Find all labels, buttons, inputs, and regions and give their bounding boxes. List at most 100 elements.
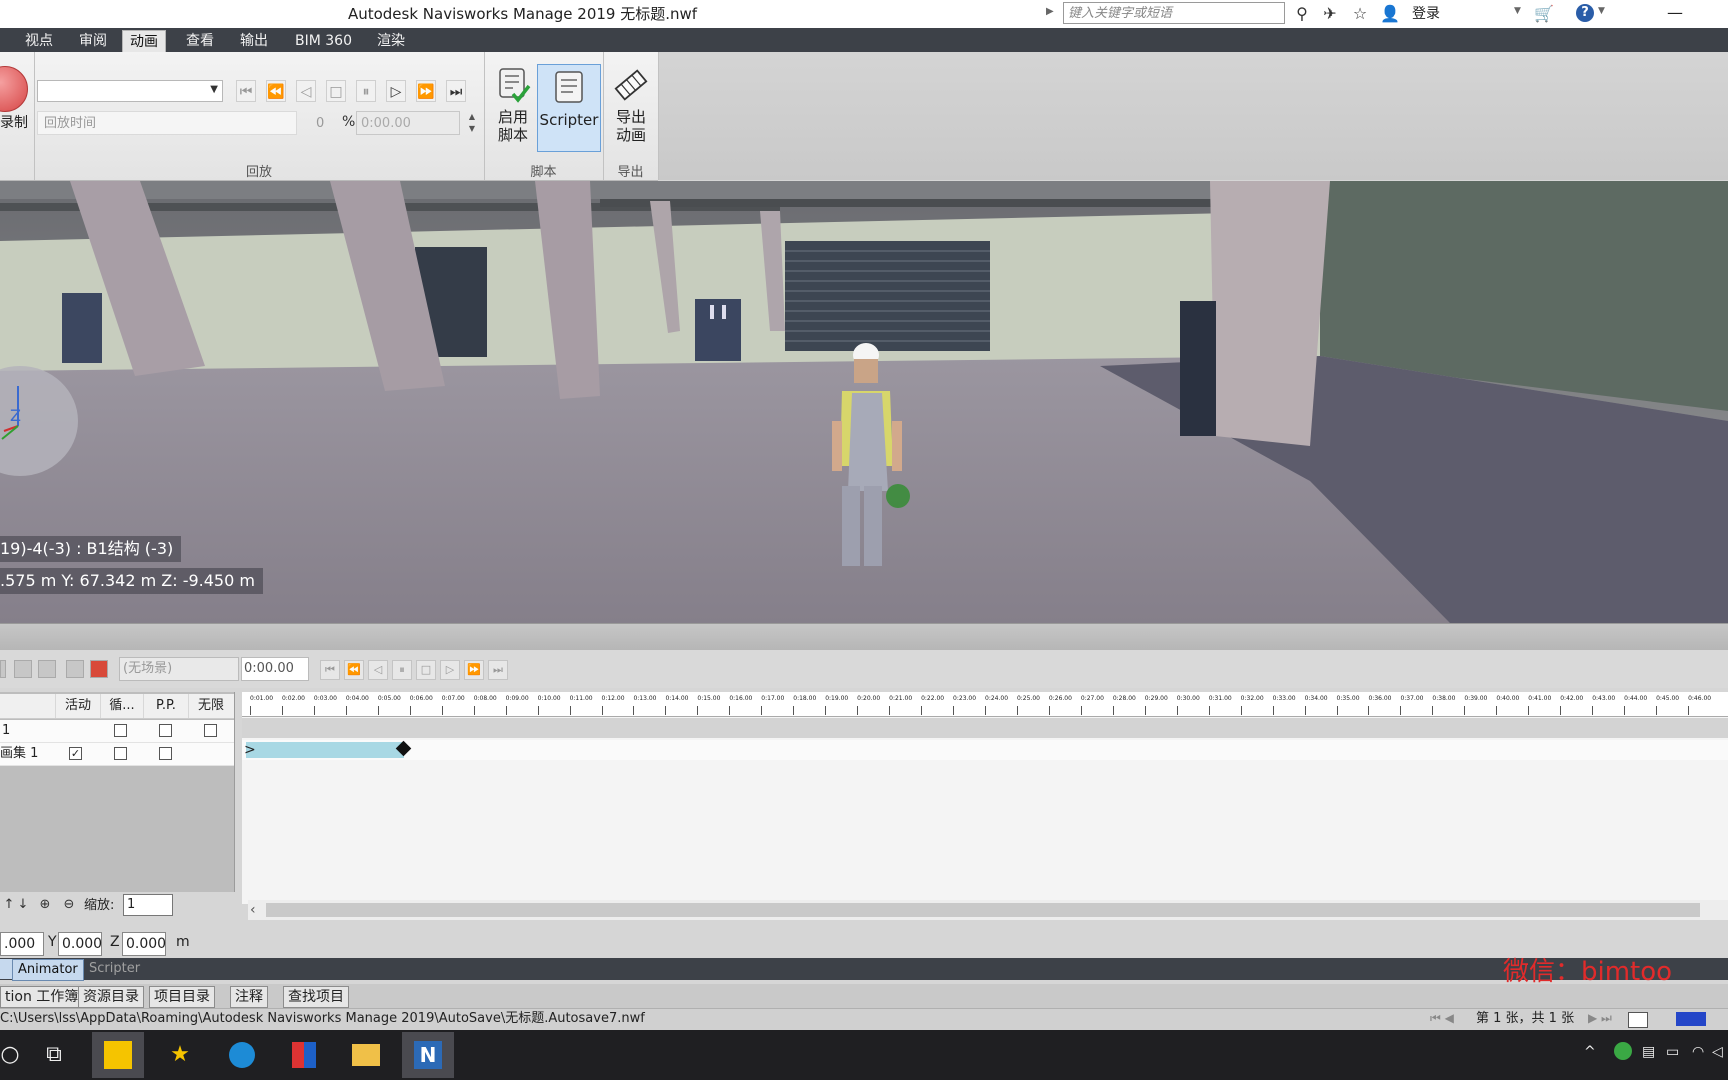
- wifi-icon[interactable]: ◠: [1692, 1044, 1704, 1060]
- search-expand-icon[interactable]: ▶: [1046, 6, 1054, 17]
- step-forward-icon[interactable]: ⏩: [416, 80, 436, 102]
- help-dropdown-icon[interactable]: ▼: [1598, 6, 1605, 16]
- zoom-out-icon[interactable]: ⊖: [60, 896, 78, 914]
- rewind-icon[interactable]: ⏮: [236, 80, 256, 102]
- col-loop[interactable]: 循...: [100, 694, 143, 718]
- tray-network-icon[interactable]: ▤: [1642, 1044, 1655, 1060]
- active-checkbox[interactable]: ✓: [69, 747, 82, 760]
- tree-row[interactable]: 画集 1 ✓: [0, 743, 234, 766]
- tab-resource-catalog[interactable]: 资源目录: [78, 986, 144, 1008]
- play-icon[interactable]: ▷: [386, 80, 406, 102]
- tab-render[interactable]: 渲染: [370, 30, 412, 52]
- scrollbar-thumb[interactable]: [266, 903, 1700, 917]
- scene-time-input[interactable]: 0:00.00: [241, 657, 309, 681]
- enable-script-button[interactable]: 启用 脚本: [485, 62, 541, 152]
- scene-select[interactable]: (无场景): [119, 657, 239, 681]
- capture-keyframe2-icon[interactable]: [38, 660, 56, 678]
- move-down-icon[interactable]: ↓: [14, 896, 32, 914]
- user-icon[interactable]: 👤: [1380, 4, 1400, 24]
- col-infinite[interactable]: 无限: [188, 694, 233, 718]
- tab-review[interactable]: 审阅: [72, 30, 114, 52]
- tab-animator[interactable]: Animator: [12, 959, 84, 981]
- anim-stop-icon[interactable]: □: [416, 660, 436, 680]
- zoom-input[interactable]: 1: [123, 894, 173, 916]
- file-explorer-icon[interactable]: [340, 1032, 392, 1078]
- anim-step-back-icon[interactable]: ⏪: [344, 660, 364, 680]
- cart-icon[interactable]: 🛒: [1534, 4, 1554, 24]
- anim-play-icon[interactable]: ▷: [440, 660, 460, 680]
- infinite-checkbox[interactable]: [204, 724, 217, 737]
- toolbar-icon-cut[interactable]: [0, 660, 6, 678]
- panel-splitter[interactable]: [0, 623, 1728, 650]
- tab-scripter[interactable]: Scripter: [84, 959, 145, 979]
- record-label[interactable]: 录制: [0, 112, 28, 132]
- tab-output[interactable]: 输出: [233, 30, 275, 52]
- taskbar-app-windows[interactable]: [278, 1032, 330, 1078]
- export-animation-button[interactable]: 导出 动画: [604, 62, 658, 152]
- login-button[interactable]: 登录: [1412, 3, 1440, 25]
- step-back-icon[interactable]: ⏪: [266, 80, 286, 102]
- keyframe-bar[interactable]: [246, 742, 404, 758]
- tab-bim360[interactable]: BIM 360: [288, 30, 359, 52]
- playback-time-input[interactable]: 0:00.00: [356, 111, 460, 135]
- time-spinner[interactable]: ▲ ▼: [466, 111, 478, 135]
- anim-play-reverse-icon[interactable]: ◁: [368, 660, 388, 680]
- binoculars-icon[interactable]: ⚲: [1292, 4, 1312, 24]
- star-icon[interactable]: ☆: [1350, 4, 1370, 24]
- anim-step-forward-icon[interactable]: ⏩: [464, 660, 484, 680]
- timeline-row[interactable]: [242, 740, 1728, 760]
- anim-rewind-icon[interactable]: ⏮: [320, 660, 340, 680]
- help-icon[interactable]: ?: [1576, 4, 1594, 22]
- fast-forward-icon[interactable]: ⏭: [446, 80, 466, 102]
- navisworks-icon[interactable]: N: [402, 1032, 454, 1078]
- page-nav-icon[interactable]: ⏮ ◀: [1430, 1011, 1454, 1026]
- edge-icon[interactable]: [216, 1032, 268, 1078]
- taskbar-app-chart[interactable]: [92, 1032, 144, 1078]
- tab-comments[interactable]: 注释: [230, 986, 268, 1008]
- battery-icon[interactable]: ▭: [1666, 1044, 1679, 1060]
- tab-animation[interactable]: 动画: [122, 30, 166, 53]
- tab-project-catalog[interactable]: 项目目录: [149, 986, 215, 1008]
- search-icon[interactable]: ○: [0, 1032, 20, 1078]
- anim-pause-icon[interactable]: ⏸: [392, 660, 412, 680]
- play-reverse-icon[interactable]: ◁: [296, 80, 316, 102]
- 3d-viewport[interactable]: [0, 181, 1728, 623]
- animation-select[interactable]: [37, 80, 223, 102]
- snap-icon[interactable]: [66, 660, 84, 678]
- scripter-button[interactable]: Scripter: [537, 64, 601, 152]
- pause-icon[interactable]: ⏸: [356, 80, 376, 102]
- task-view-icon[interactable]: ⧉: [28, 1032, 80, 1078]
- loop-checkbox[interactable]: [114, 724, 127, 737]
- volume-icon[interactable]: ◁: [1712, 1044, 1723, 1060]
- pp-checkbox[interactable]: [159, 747, 172, 760]
- zoom-in-icon[interactable]: ⊕: [36, 896, 54, 914]
- z-input[interactable]: 0.000: [122, 932, 166, 956]
- satellite-icon[interactable]: ✈: [1320, 4, 1340, 24]
- taskbar-app-star[interactable]: ★: [154, 1032, 206, 1078]
- pp-checkbox[interactable]: [159, 724, 172, 737]
- tray-chevron-icon[interactable]: ^: [1584, 1044, 1596, 1060]
- sheet-browser-icon[interactable]: [1628, 1012, 1648, 1028]
- login-dropdown-icon[interactable]: ▼: [1514, 6, 1521, 16]
- magnet-icon[interactable]: [90, 660, 108, 678]
- minimize-button[interactable]: —: [1660, 0, 1690, 28]
- tree-row[interactable]: 1: [0, 720, 234, 743]
- loop-checkbox[interactable]: [114, 747, 127, 760]
- search-input[interactable]: 键入关键字或短语: [1063, 2, 1285, 24]
- keyframe-start-icon[interactable]: >: [244, 741, 256, 759]
- playback-time-field[interactable]: 回放时间: [37, 111, 297, 135]
- scroll-left-icon[interactable]: ‹: [250, 900, 256, 920]
- anim-end-icon[interactable]: ⏭: [488, 660, 508, 680]
- page-nav-next-icon[interactable]: ▶ ⏭: [1588, 1011, 1612, 1026]
- x-input[interactable]: .000: [0, 932, 44, 956]
- col-active[interactable]: 活动: [55, 694, 100, 718]
- y-input[interactable]: 0.000: [58, 932, 102, 956]
- tab-viewpoint[interactable]: 视点: [18, 30, 60, 52]
- stop-icon[interactable]: □: [326, 80, 346, 102]
- tab-workbook[interactable]: tion 工作簿: [0, 986, 84, 1008]
- tab-view[interactable]: 查看: [179, 30, 221, 52]
- timeline-row[interactable]: [242, 718, 1728, 738]
- tab-find-items[interactable]: 查找项目: [283, 986, 349, 1008]
- tray-app-icon[interactable]: [1614, 1042, 1632, 1060]
- col-pp[interactable]: P.P.: [143, 694, 188, 718]
